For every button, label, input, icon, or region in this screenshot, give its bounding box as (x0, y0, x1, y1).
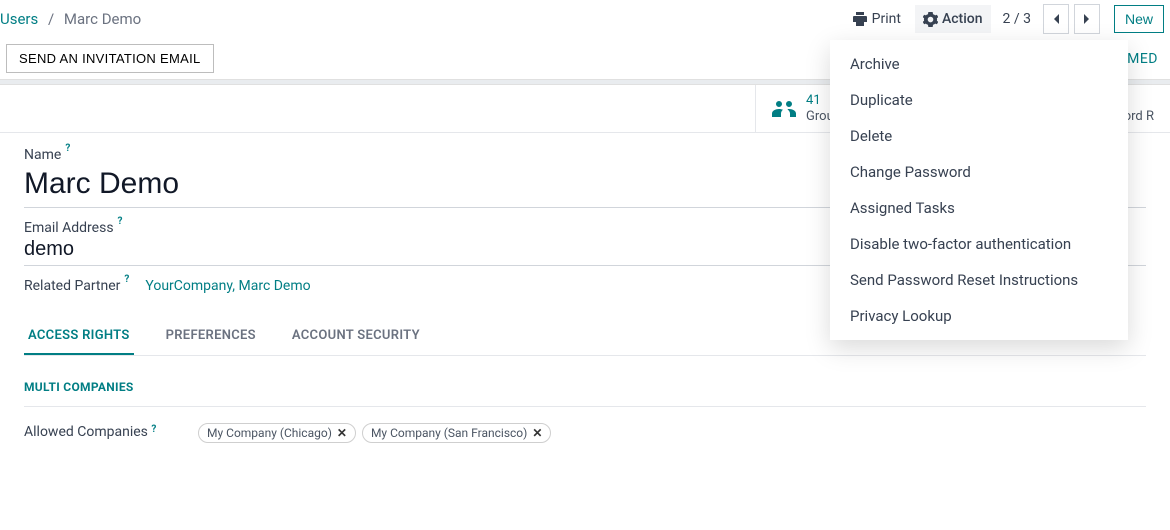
print-icon (852, 11, 868, 27)
action-button[interactable]: Action (915, 5, 991, 33)
tag-remove-icon[interactable]: ✕ (532, 426, 542, 440)
help-icon[interactable]: ? (118, 216, 123, 227)
tag-text: My Company (San Francisco) (371, 426, 527, 440)
send-invitation-button[interactable]: SEND AN INVITATION EMAIL (6, 44, 214, 73)
action-dropdown: Archive Duplicate Delete Change Password… (830, 40, 1128, 340)
help-icon[interactable]: ? (65, 143, 70, 154)
help-icon[interactable]: ? (124, 274, 129, 285)
action-assigned-tasks[interactable]: Assigned Tasks (830, 190, 1128, 226)
print-button[interactable]: Print (844, 7, 909, 31)
help-icon[interactable]: ? (151, 424, 156, 435)
new-button[interactable]: New (1114, 5, 1164, 33)
action-label: Action (942, 11, 983, 27)
tag-text: My Company (Chicago) (207, 426, 332, 440)
action-delete[interactable]: Delete (830, 118, 1128, 154)
tab-account-security[interactable]: ACCOUNT SECURITY (288, 318, 424, 355)
allowed-companies-tags[interactable]: My Company (Chicago) ✕ My Company (San F… (198, 423, 551, 443)
next-button[interactable] (1074, 4, 1100, 34)
breadcrumb: Users / Marc Demo (0, 10, 141, 28)
label-text: Name (24, 147, 61, 163)
status-badge: MED (1127, 51, 1160, 67)
related-partner-link[interactable]: YourCompany, Marc Demo (145, 278, 310, 294)
users-icon (772, 99, 796, 119)
label-text: Email Address (24, 220, 114, 236)
action-duplicate[interactable]: Duplicate (830, 82, 1128, 118)
tag-remove-icon[interactable]: ✕ (337, 426, 347, 440)
prev-button[interactable] (1043, 4, 1069, 34)
name-label: Name ? (24, 147, 70, 163)
action-privacy-lookup[interactable]: Privacy Lookup (830, 298, 1128, 334)
email-label: Email Address ? (24, 220, 123, 236)
section-divider (24, 406, 1146, 407)
tab-access-rights[interactable]: ACCESS RIGHTS (24, 318, 134, 355)
tab-preferences[interactable]: PREFERENCES (162, 318, 260, 355)
action-change-password[interactable]: Change Password (830, 154, 1128, 190)
label-text: Related Partner (24, 278, 120, 294)
print-label: Print (872, 11, 901, 27)
chevron-right-icon (1083, 13, 1091, 25)
label-text: Allowed Companies (24, 424, 148, 440)
gear-icon (923, 12, 938, 27)
company-tag[interactable]: My Company (Chicago) ✕ (198, 423, 356, 443)
action-disable-2fa[interactable]: Disable two-factor authentication (830, 226, 1128, 262)
breadcrumb-separator: / (48, 10, 54, 28)
breadcrumb-current: Marc Demo (64, 10, 141, 28)
allowed-companies-label: Allowed Companies ? (24, 423, 174, 443)
chevron-left-icon (1052, 13, 1060, 25)
pager[interactable]: 2 / 3 (997, 11, 1037, 27)
section-multi-companies: MULTI COMPANIES (24, 380, 1146, 394)
action-archive[interactable]: Archive (830, 46, 1128, 82)
breadcrumb-root[interactable]: Users (0, 10, 38, 28)
partner-label: Related Partner ? (24, 278, 129, 294)
action-send-password-reset[interactable]: Send Password Reset Instructions (830, 262, 1128, 298)
company-tag[interactable]: My Company (San Francisco) ✕ (362, 423, 551, 443)
